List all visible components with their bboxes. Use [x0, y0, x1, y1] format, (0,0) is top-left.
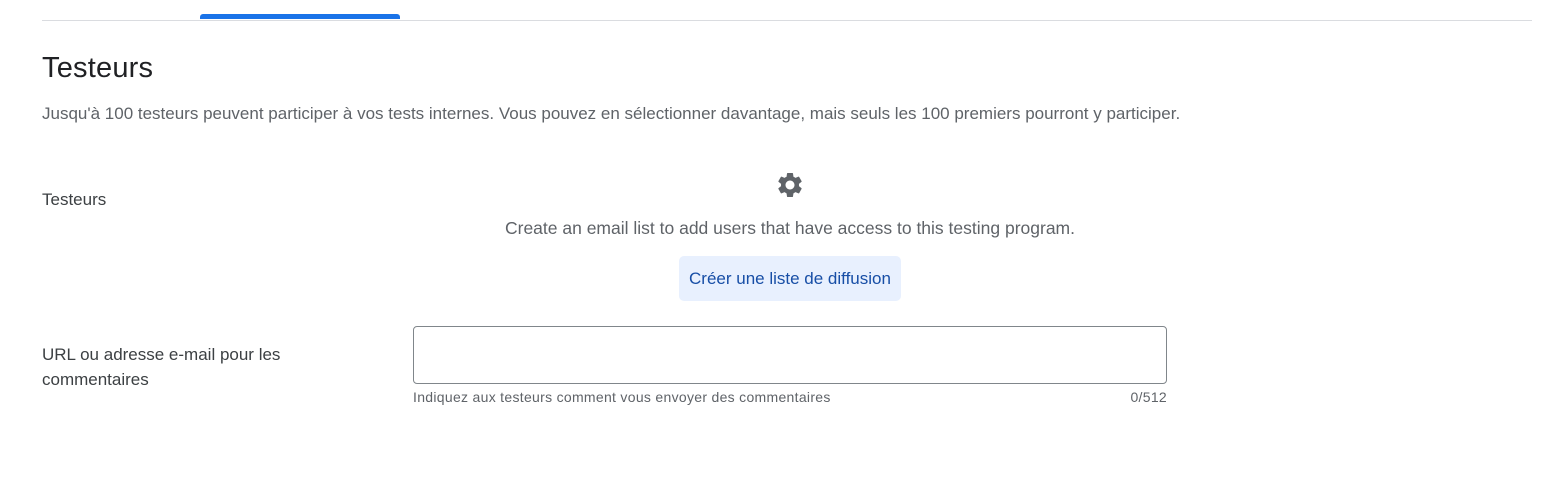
section-title: Testeurs: [42, 52, 154, 84]
empty-state-text: Create an email list to add users that h…: [504, 218, 1075, 238]
tab-releases[interactable]: Releases: [42, 0, 202, 20]
page: Releases Testeurs Testeurs Jusqu'à 100 t…: [0, 0, 1561, 501]
feedback-url-input[interactable]: [413, 326, 1167, 384]
feedback-label: URL ou adresse e-mail pour les commentai…: [42, 345, 281, 389]
email-list-empty-state: Create an email list to add users that h…: [413, 170, 1167, 301]
gear-icon: [775, 170, 805, 200]
feedback-helper-text: Indiquez aux testeurs comment vous envoy…: [413, 389, 831, 405]
testers-label: Testeurs: [42, 190, 107, 209]
active-tab-indicator: [200, 14, 400, 19]
character-counter: 0/512: [1130, 389, 1167, 405]
section-description: Jusqu'à 100 testeurs peuvent participer …: [42, 104, 1181, 123]
create-email-list-button[interactable]: Créer une liste de diffusion: [679, 256, 901, 301]
